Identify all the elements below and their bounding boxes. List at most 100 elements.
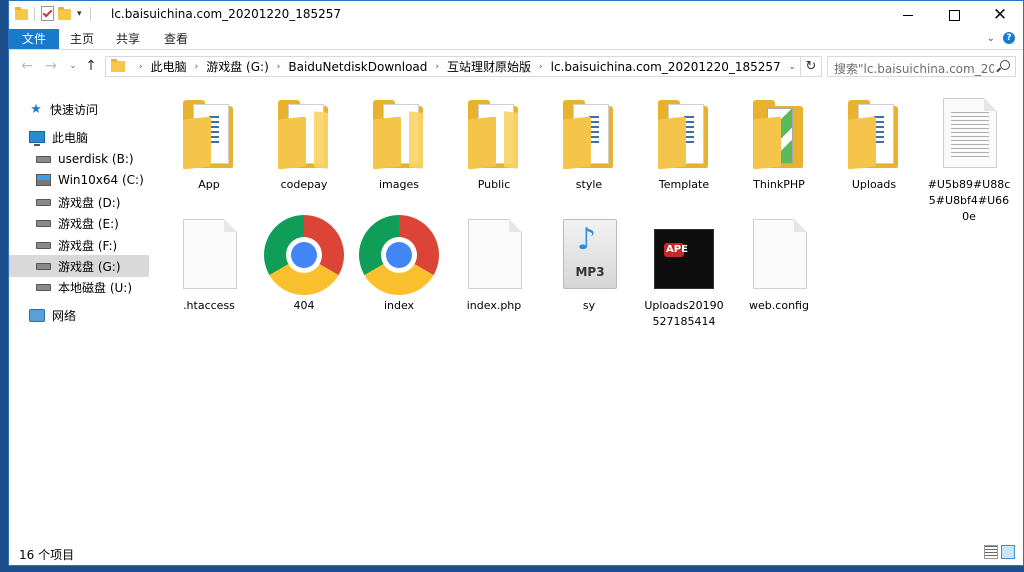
text-document-icon xyxy=(929,94,1009,174)
address-row: ← → ⌄ ↑ › 此电脑 › 游戏盘 (G:) › BaiduNetdiskD… xyxy=(9,50,1023,84)
chevron-right-icon[interactable]: › xyxy=(435,62,439,72)
drive-icon xyxy=(36,198,51,206)
file-item-index[interactable]: index xyxy=(354,215,444,314)
maximize-icon xyxy=(948,9,960,21)
file-item-sy[interactable]: ♪ MP3 sy xyxy=(544,215,634,314)
folder-icon xyxy=(111,59,125,72)
explorer-window: ▾ lc.baisuichina.com_20201220_185257 ✕ 文… xyxy=(8,0,1024,566)
file-item-404[interactable]: 404 xyxy=(259,215,349,314)
file-name: Uploads20190527185414 xyxy=(644,299,724,328)
sidebar-item-label: 游戏盘 (D:) xyxy=(58,195,121,210)
sidebar-item-quick-access[interactable]: ★ 快速访问 xyxy=(9,98,167,120)
chevron-right-icon[interactable]: › xyxy=(139,62,143,72)
sidebar-item-label: userdisk (B:) xyxy=(58,152,134,166)
file-name: web.config xyxy=(749,299,809,312)
forward-button[interactable]: → xyxy=(41,56,61,76)
refresh-button[interactable]: ↻ xyxy=(800,57,821,76)
navigation-pane: ★ 快速访问 此电脑 userdisk (B:) Win10x64 (C:) 游… xyxy=(9,84,174,535)
item-count: 16 个项目 xyxy=(19,548,75,562)
windows-drive-icon xyxy=(36,174,51,186)
sidebar-item-network[interactable]: 网络 xyxy=(9,304,167,326)
file-item-install-notes[interactable]: #U5b89#U88c5#U8bf4#U660e xyxy=(924,94,1014,225)
large-icons-view-icon[interactable] xyxy=(1001,545,1015,559)
star-icon: ★ xyxy=(30,101,42,117)
drive-icon xyxy=(36,262,51,270)
file-name: Template xyxy=(658,178,710,191)
breadcrumb-drive-g[interactable]: 游戏盘 (G:) xyxy=(206,58,269,75)
image-thumbnail-icon: APE xyxy=(644,215,724,295)
details-view-icon[interactable] xyxy=(984,545,998,559)
mp3-file-icon: ♪ MP3 xyxy=(549,215,629,295)
folder-item-style[interactable]: style xyxy=(544,94,634,193)
tab-view[interactable]: 查看 xyxy=(151,29,201,49)
file-name: images xyxy=(379,178,419,191)
chevron-right-icon[interactable]: › xyxy=(277,62,281,72)
minimize-icon xyxy=(903,14,913,16)
chevron-right-icon[interactable]: › xyxy=(195,62,199,72)
file-item-web-config[interactable]: web.config xyxy=(734,215,824,314)
folder-item-images[interactable]: images xyxy=(354,94,444,193)
file-item-index-php[interactable]: index.php xyxy=(449,215,539,314)
folder-icon xyxy=(359,94,439,174)
drive-icon xyxy=(36,219,51,227)
folder-icon xyxy=(739,94,819,174)
folder-item-thinkphp[interactable]: ThinkPHP xyxy=(734,94,824,193)
customize-toolbar-dropdown[interactable]: ▾ xyxy=(75,9,84,19)
chrome-html-icon xyxy=(359,215,439,295)
blank-file-icon xyxy=(739,215,819,295)
network-icon xyxy=(29,308,45,322)
breadcrumb-original-version[interactable]: 互站理财原始版 xyxy=(447,58,531,75)
folder-icon xyxy=(15,7,28,20)
search-input[interactable]: 搜索"lc.baisuichina.com_20... xyxy=(827,56,1016,77)
tab-file[interactable]: 文件 xyxy=(9,29,60,49)
recent-locations-dropdown[interactable]: ⌄ xyxy=(63,56,83,76)
sidebar-item-label: 此电脑 xyxy=(52,130,89,145)
sidebar-item-label: Win10x64 (C:) xyxy=(58,173,144,187)
address-bar[interactable]: › 此电脑 › 游戏盘 (G:) › BaiduNetdiskDownload … xyxy=(105,56,822,77)
expand-ribbon-icon[interactable]: ⌄ xyxy=(987,33,995,44)
address-history-dropdown[interactable]: ⌄ xyxy=(783,57,801,76)
help-icon[interactable]: ? xyxy=(1003,32,1015,44)
folder-item-app[interactable]: App xyxy=(164,94,254,193)
new-folder-icon[interactable] xyxy=(58,7,71,20)
sidebar-item-this-pc[interactable]: 此电脑 xyxy=(9,126,167,148)
folder-icon xyxy=(264,94,344,174)
file-name: .htaccess xyxy=(183,299,235,312)
folder-item-template[interactable]: Template xyxy=(639,94,729,193)
file-name: App xyxy=(198,178,220,191)
thumbnail-text: APE xyxy=(666,244,688,255)
close-button[interactable]: ✕ xyxy=(977,1,1023,29)
minimize-button[interactable] xyxy=(885,1,931,29)
mp3-label: MP3 xyxy=(575,265,605,279)
sidebar-item-label: 网络 xyxy=(52,308,77,323)
file-name: #U5b89#U88c5#U8bf4#U660e xyxy=(927,178,1011,223)
blank-file-icon xyxy=(454,215,534,295)
pc-icon xyxy=(29,131,45,146)
folder-item-codepay[interactable]: codepay xyxy=(259,94,349,193)
folder-icon xyxy=(834,94,914,174)
maximize-button[interactable] xyxy=(931,1,977,29)
tab-share[interactable]: 共享 xyxy=(103,29,153,49)
properties-icon[interactable] xyxy=(41,6,54,21)
file-item-htaccess[interactable]: .htaccess xyxy=(164,215,254,314)
sidebar-item-label: 游戏盘 (F:) xyxy=(58,238,118,253)
back-button[interactable]: ← xyxy=(17,56,37,76)
file-name: Uploads xyxy=(851,178,897,191)
chevron-right-icon[interactable]: › xyxy=(539,62,543,72)
sidebar-item-label: 本地磁盘 (U:) xyxy=(58,280,133,295)
folder-item-public[interactable]: Public xyxy=(449,94,539,193)
breadcrumb-baidu-download[interactable]: BaiduNetdiskDownload xyxy=(288,60,427,74)
file-name: 404 xyxy=(293,299,315,312)
tab-home[interactable]: 主页 xyxy=(57,29,107,49)
folder-icon xyxy=(454,94,534,174)
folder-item-uploads[interactable]: Uploads xyxy=(829,94,919,193)
file-name: index.php xyxy=(466,299,522,312)
file-item-uploads-image[interactable]: APE Uploads20190527185414 xyxy=(639,215,729,330)
toolbar-divider xyxy=(34,6,35,21)
file-view: App codepay images Public style Template… xyxy=(149,84,1023,535)
drive-icon xyxy=(36,241,51,249)
breadcrumb-this-pc[interactable]: 此电脑 xyxy=(151,58,187,75)
up-button[interactable]: ↑ xyxy=(81,56,101,76)
music-note-icon: ♪ xyxy=(577,222,597,257)
breadcrumb-current-folder[interactable]: lc.baisuichina.com_20201220_185257 xyxy=(551,60,781,74)
